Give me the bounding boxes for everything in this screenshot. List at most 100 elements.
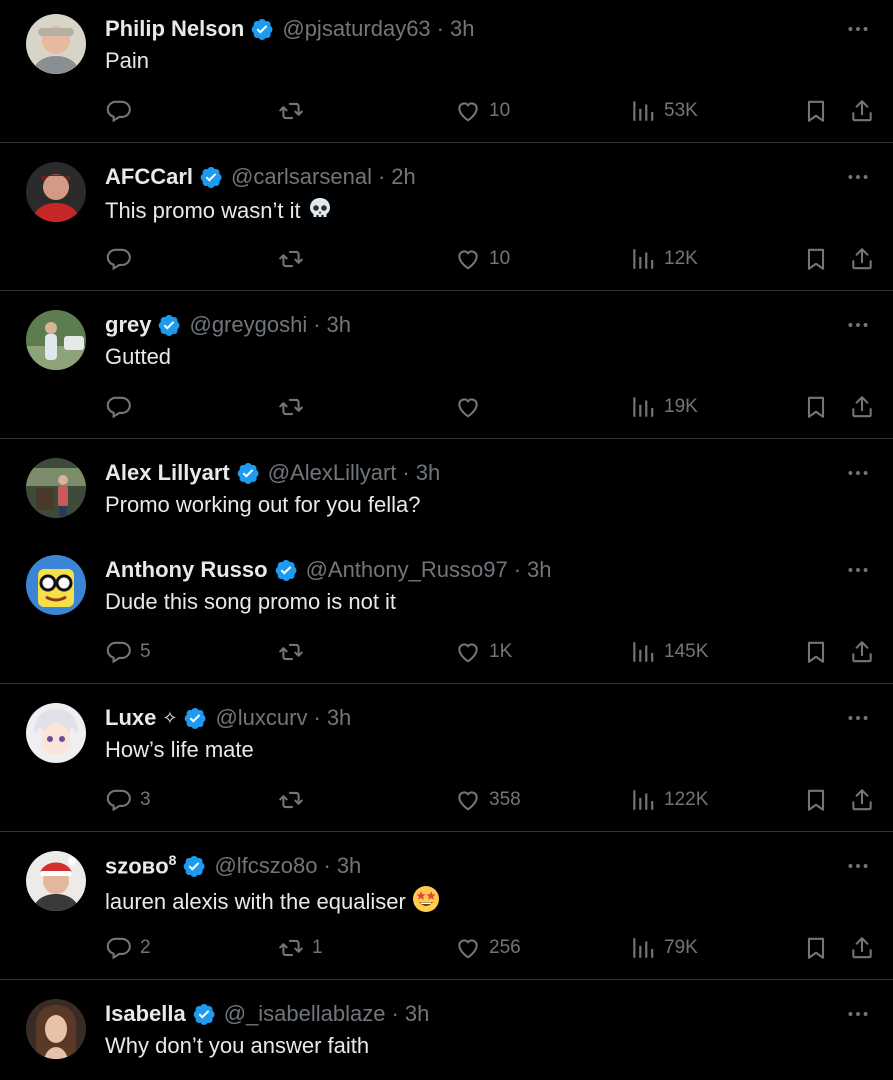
author-handle[interactable]: @greygoshi — [189, 312, 307, 338]
more-icon[interactable] — [843, 14, 873, 44]
views-button[interactable]: 12K — [630, 242, 698, 276]
more-icon[interactable] — [843, 999, 873, 1029]
avatar[interactable] — [26, 310, 86, 370]
avatar[interactable] — [26, 703, 86, 763]
tweet[interactable]: Isabella @_isabellablaze · 3h Why don’t … — [0, 985, 893, 1080]
views-button[interactable]: 145K — [630, 635, 708, 669]
reply-button[interactable]: 3 — [106, 783, 151, 817]
author-name-superscript: 8 — [168, 852, 177, 869]
view-count: 122K — [664, 789, 709, 810]
separator-dot: · — [313, 705, 321, 730]
like-button[interactable] — [455, 390, 489, 424]
avatar[interactable] — [26, 999, 86, 1059]
action-bar: 10 53K — [0, 94, 893, 128]
tweet[interactable]: Luxe ✧ @luxcurv · 3h How’s life mate 3 3… — [0, 689, 893, 832]
author-handle[interactable]: @lfcszo8o — [214, 853, 317, 879]
share-button[interactable] — [849, 390, 875, 424]
repost-icon — [278, 246, 304, 272]
timestamp[interactable]: 3h — [527, 557, 551, 583]
timestamp[interactable]: 3h — [337, 853, 361, 879]
avatar[interactable] — [26, 14, 86, 74]
more-icon[interactable] — [843, 555, 873, 585]
bookmark-button[interactable] — [803, 635, 829, 669]
repost-button[interactable] — [278, 242, 312, 276]
more-icon[interactable] — [843, 458, 873, 488]
views-button[interactable]: 122K — [630, 783, 708, 817]
author-name[interactable]: Isabella — [105, 1001, 186, 1027]
author-name[interactable]: szoʙᴏ8 — [105, 852, 176, 879]
views-button[interactable]: 53K — [630, 94, 698, 128]
repost-button[interactable]: 1 — [278, 931, 323, 965]
author-name[interactable]: AFCCarl — [105, 164, 193, 190]
bookmark-button[interactable] — [803, 783, 829, 817]
bookmark-button[interactable] — [803, 390, 829, 424]
avatar[interactable] — [26, 851, 86, 911]
timestamp[interactable]: 2h — [391, 164, 415, 190]
author-handle[interactable]: @luxcurv — [215, 705, 307, 731]
reply-button[interactable]: 2 — [106, 931, 151, 965]
like-button[interactable]: 358 — [455, 783, 521, 817]
avatar[interactable] — [26, 555, 86, 615]
author-name[interactable]: Anthony Russo — [105, 557, 268, 583]
bookmark-button[interactable] — [803, 242, 829, 276]
views-button[interactable]: 19K — [630, 390, 698, 424]
more-icon[interactable] — [843, 162, 873, 192]
author-name[interactable]: Alex Lillyart — [105, 460, 230, 486]
share-icon — [849, 98, 875, 124]
author-handle[interactable]: @carlsarsenal — [231, 164, 372, 190]
author-handle[interactable]: @AlexLillyart — [268, 460, 397, 486]
like-button[interactable]: 1K — [455, 635, 512, 669]
author-name[interactable]: Philip Nelson — [105, 16, 244, 42]
timestamp[interactable]: 3h — [327, 312, 351, 338]
like-button[interactable]: 256 — [455, 931, 521, 965]
skull-emoji-icon — [307, 196, 333, 228]
sparkle-glyph: ✧ — [162, 707, 178, 728]
tweet[interactable]: Alex Lillyart @AlexLillyart · 3h Promo w… — [0, 444, 893, 539]
timestamp[interactable]: 3h — [405, 1001, 429, 1027]
timestamp[interactable]: 3h — [450, 16, 474, 42]
bookmark-button[interactable] — [803, 931, 829, 965]
views-icon — [630, 98, 656, 124]
repost-button[interactable] — [278, 635, 312, 669]
tweet[interactable]: Philip Nelson @pjsaturday63 · 3h Pain 10… — [0, 0, 893, 143]
share-button[interactable] — [849, 94, 875, 128]
reply-icon — [106, 639, 132, 665]
separator-dot: · — [391, 1001, 399, 1026]
tweet[interactable]: Anthony Russo @Anthony_Russo97 · 3h Dude… — [0, 541, 893, 684]
repost-button[interactable] — [278, 94, 312, 128]
bookmark-button[interactable] — [803, 94, 829, 128]
views-button[interactable]: 79K — [630, 931, 698, 965]
separator-dot: · — [377, 164, 386, 189]
tweet[interactable]: AFCCarl @carlsarsenal · 2h This promo wa… — [0, 148, 893, 291]
timestamp[interactable]: 3h — [416, 460, 440, 486]
share-button[interactable] — [849, 783, 875, 817]
like-button[interactable]: 10 — [455, 94, 510, 128]
reply-button[interactable] — [106, 390, 140, 424]
reply-icon — [106, 246, 132, 272]
like-button[interactable]: 10 — [455, 242, 510, 276]
share-button[interactable] — [849, 931, 875, 965]
tweet-text: This promo wasn’t it — [105, 196, 333, 228]
share-button[interactable] — [849, 635, 875, 669]
more-icon[interactable] — [843, 310, 873, 340]
reply-button[interactable] — [106, 242, 140, 276]
timestamp[interactable]: 3h — [327, 705, 351, 731]
share-button[interactable] — [849, 242, 875, 276]
reply-button[interactable]: 5 — [106, 635, 151, 669]
tweet[interactable]: grey @greygoshi · 3h Gutted 19K — [0, 296, 893, 439]
more-icon[interactable] — [843, 703, 873, 733]
avatar[interactable] — [26, 162, 86, 222]
view-count: 19K — [664, 396, 698, 417]
author-handle[interactable]: @pjsaturday63 — [282, 16, 430, 42]
author-name[interactable]: grey — [105, 312, 151, 338]
tweet-text: How’s life mate — [105, 737, 254, 762]
tweet[interactable]: szoʙᴏ8 @lfcszo8o · 3h lauren alexis with… — [0, 837, 893, 980]
avatar[interactable] — [26, 458, 86, 518]
repost-button[interactable] — [278, 783, 312, 817]
author-name[interactable]: Luxe — [105, 705, 156, 731]
more-icon[interactable] — [843, 851, 873, 881]
author-handle[interactable]: @_isabellablaze — [224, 1001, 386, 1027]
reply-button[interactable] — [106, 94, 140, 128]
author-handle[interactable]: @Anthony_Russo97 — [306, 557, 508, 583]
repost-button[interactable] — [278, 390, 312, 424]
